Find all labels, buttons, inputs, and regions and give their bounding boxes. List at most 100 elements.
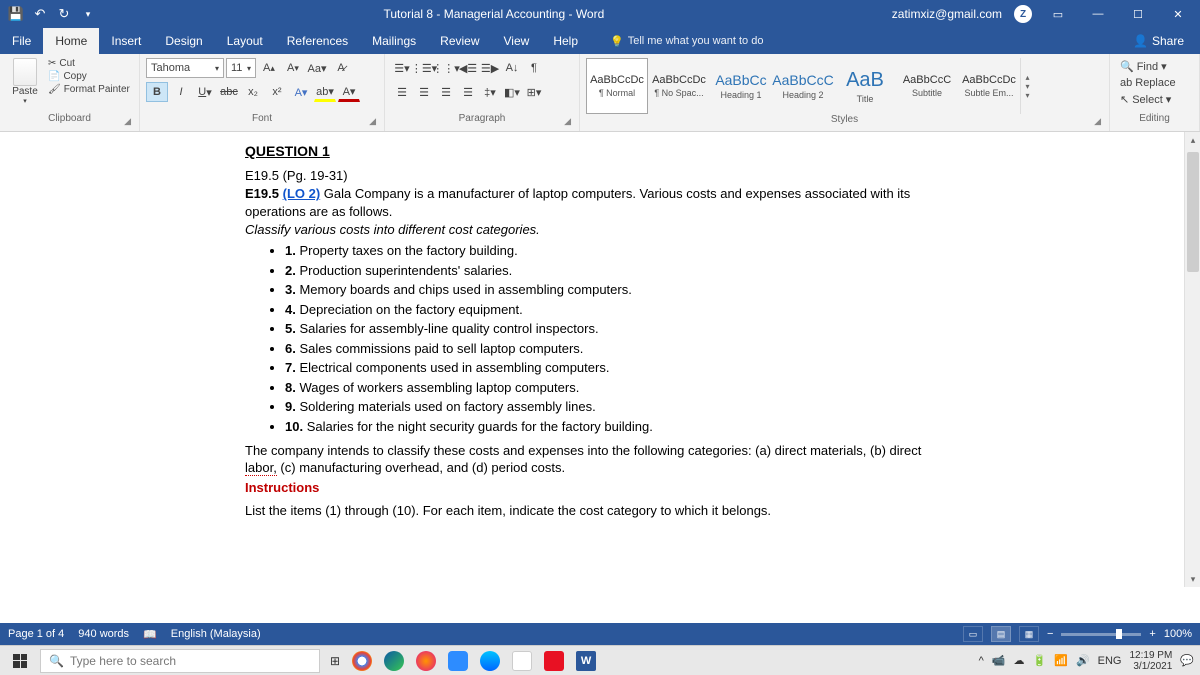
tab-file[interactable]: File xyxy=(0,28,43,54)
dialog-launcher-icon[interactable]: ◢ xyxy=(124,116,131,127)
minimize-icon[interactable]: — xyxy=(1084,8,1112,20)
zoom-slider[interactable] xyxy=(1061,633,1141,636)
scroll-thumb[interactable] xyxy=(1187,152,1199,272)
zoom-out-button[interactable]: − xyxy=(1047,628,1053,640)
print-layout-button[interactable]: ▤ xyxy=(991,626,1011,642)
task-view-icon[interactable]: ⊞ xyxy=(330,654,340,668)
groove-icon[interactable] xyxy=(544,651,564,671)
cut-button[interactable]: ✂Cut xyxy=(48,58,130,69)
ribbon-options-icon[interactable]: ▭ xyxy=(1044,8,1072,21)
decrease-indent-button[interactable]: ◀☰ xyxy=(457,58,479,78)
close-icon[interactable]: ✕ xyxy=(1164,8,1192,21)
tab-layout[interactable]: Layout xyxy=(215,28,275,54)
dialog-launcher-icon[interactable]: ◢ xyxy=(1094,116,1101,127)
maximize-icon[interactable]: ☐ xyxy=(1124,8,1152,21)
user-avatar[interactable]: Z xyxy=(1014,5,1032,23)
vertical-scrollbar[interactable]: ▴ ▾ xyxy=(1184,132,1200,587)
document-area[interactable]: QUESTION 1 E19.5 (Pg. 19-31) E19.5 (LO 2… xyxy=(0,132,1200,587)
style-item[interactable]: AaBbCcDcSubtle Em... xyxy=(958,58,1020,114)
style-item[interactable]: AaBbCcCSubtitle xyxy=(896,58,958,114)
italic-button[interactable]: I xyxy=(170,82,192,102)
clear-formatting-button[interactable]: A̷ xyxy=(330,58,352,78)
borders-button[interactable]: ⊞▾ xyxy=(523,82,545,102)
grow-font-button[interactable]: A▴ xyxy=(258,58,280,78)
styles-more-button[interactable]: ▴▾▾ xyxy=(1020,58,1034,114)
font-size-select[interactable]: 11▾ xyxy=(226,58,256,78)
language-status[interactable]: English (Malaysia) xyxy=(171,628,261,641)
snip-icon[interactable] xyxy=(512,651,532,671)
tab-mailings[interactable]: Mailings xyxy=(360,28,428,54)
tell-me-search[interactable]: 💡 Tell me what you want to do xyxy=(610,35,763,48)
format-painter-button[interactable]: 🖌Format Painter xyxy=(48,84,130,95)
paste-button[interactable]: Paste ▾ xyxy=(6,58,44,105)
spell-check-icon[interactable]: 📖 xyxy=(143,628,157,641)
qat-dropdown-icon[interactable]: ▾ xyxy=(80,6,96,22)
dialog-launcher-icon[interactable]: ◢ xyxy=(564,116,571,127)
volume-icon[interactable]: 🔊 xyxy=(1076,654,1090,667)
change-case-button[interactable]: Aa▾ xyxy=(306,58,328,78)
style-item[interactable]: AaBTitle xyxy=(834,58,896,114)
taskbar-search[interactable]: 🔍 Type here to search xyxy=(40,649,320,673)
tray-expand-icon[interactable]: ^ xyxy=(979,655,984,667)
clock[interactable]: 12:19 PM 3/1/2021 xyxy=(1129,650,1172,672)
style-item[interactable]: AaBbCcDc¶ Normal xyxy=(586,58,648,114)
font-color-button[interactable]: A▾ xyxy=(338,82,360,102)
share-button[interactable]: 👤 Share xyxy=(1133,34,1200,48)
align-right-button[interactable]: ☰ xyxy=(435,82,457,102)
increase-indent-button[interactable]: ☰▶ xyxy=(479,58,501,78)
underline-button[interactable]: U▾ xyxy=(194,82,216,102)
bold-button[interactable]: B xyxy=(146,82,168,102)
highlight-button[interactable]: ab▾ xyxy=(314,82,336,102)
bullets-button[interactable]: ☰▾ xyxy=(391,58,413,78)
tab-home[interactable]: Home xyxy=(43,28,99,54)
strikethrough-button[interactable]: abc xyxy=(218,82,240,102)
style-item[interactable]: AaBbCcDc¶ No Spac... xyxy=(648,58,710,114)
tab-help[interactable]: Help xyxy=(541,28,590,54)
word-icon[interactable]: W xyxy=(576,651,596,671)
web-layout-button[interactable]: ▦ xyxy=(1019,626,1039,642)
replace-button[interactable]: abReplace xyxy=(1120,77,1176,89)
dialog-launcher-icon[interactable]: ◢ xyxy=(369,116,376,127)
text-effects-button[interactable]: A▾ xyxy=(290,82,312,102)
multilevel-button[interactable]: ⋮⋮▾ xyxy=(435,58,457,78)
start-button[interactable] xyxy=(6,649,34,673)
line-spacing-button[interactable]: ‡▾ xyxy=(479,82,501,102)
tab-references[interactable]: References xyxy=(275,28,360,54)
onedrive-icon[interactable]: ☁ xyxy=(1014,654,1025,667)
notifications-icon[interactable]: 💬 xyxy=(1180,654,1194,667)
show-marks-button[interactable]: ¶ xyxy=(523,58,545,78)
user-email[interactable]: zatimxiz@gmail.com xyxy=(892,7,1002,21)
zoom-icon[interactable] xyxy=(448,651,468,671)
page-count[interactable]: Page 1 of 4 xyxy=(8,628,64,641)
app-icon[interactable] xyxy=(480,651,500,671)
align-center-button[interactable]: ☰ xyxy=(413,82,435,102)
font-name-select[interactable]: Tahoma▾ xyxy=(146,58,224,78)
save-icon[interactable]: 💾 xyxy=(8,6,24,22)
meet-now-icon[interactable]: 📹 xyxy=(992,654,1006,667)
wifi-icon[interactable]: 📶 xyxy=(1054,654,1068,667)
word-count[interactable]: 940 words xyxy=(78,628,129,641)
subscript-button[interactable]: x₂ xyxy=(242,82,264,102)
zoom-in-button[interactable]: + xyxy=(1149,628,1155,640)
select-button[interactable]: ↖Select ▾ xyxy=(1120,93,1176,106)
document-page[interactable]: QUESTION 1 E19.5 (Pg. 19-31) E19.5 (LO 2… xyxy=(185,132,1015,587)
firefox-icon[interactable] xyxy=(416,651,436,671)
tab-review[interactable]: Review xyxy=(428,28,491,54)
shrink-font-button[interactable]: A▾ xyxy=(282,58,304,78)
tab-design[interactable]: Design xyxy=(153,28,214,54)
tab-view[interactable]: View xyxy=(492,28,542,54)
style-item[interactable]: AaBbCcCHeading 2 xyxy=(772,58,834,114)
shading-button[interactable]: ◧▾ xyxy=(501,82,523,102)
language-indicator[interactable]: ENG xyxy=(1098,655,1122,667)
redo-icon[interactable]: ↻ xyxy=(56,6,72,22)
find-button[interactable]: 🔍Find ▾ xyxy=(1120,60,1176,73)
scroll-down-icon[interactable]: ▾ xyxy=(1185,571,1200,587)
zoom-level[interactable]: 100% xyxy=(1164,628,1192,640)
align-left-button[interactable]: ☰ xyxy=(391,82,413,102)
style-item[interactable]: AaBbCcHeading 1 xyxy=(710,58,772,114)
battery-icon[interactable]: 🔋 xyxy=(1033,654,1047,667)
sort-button[interactable]: A↓ xyxy=(501,58,523,78)
justify-button[interactable]: ☰ xyxy=(457,82,479,102)
superscript-button[interactable]: x² xyxy=(266,82,288,102)
read-mode-button[interactable]: ▭ xyxy=(963,626,983,642)
